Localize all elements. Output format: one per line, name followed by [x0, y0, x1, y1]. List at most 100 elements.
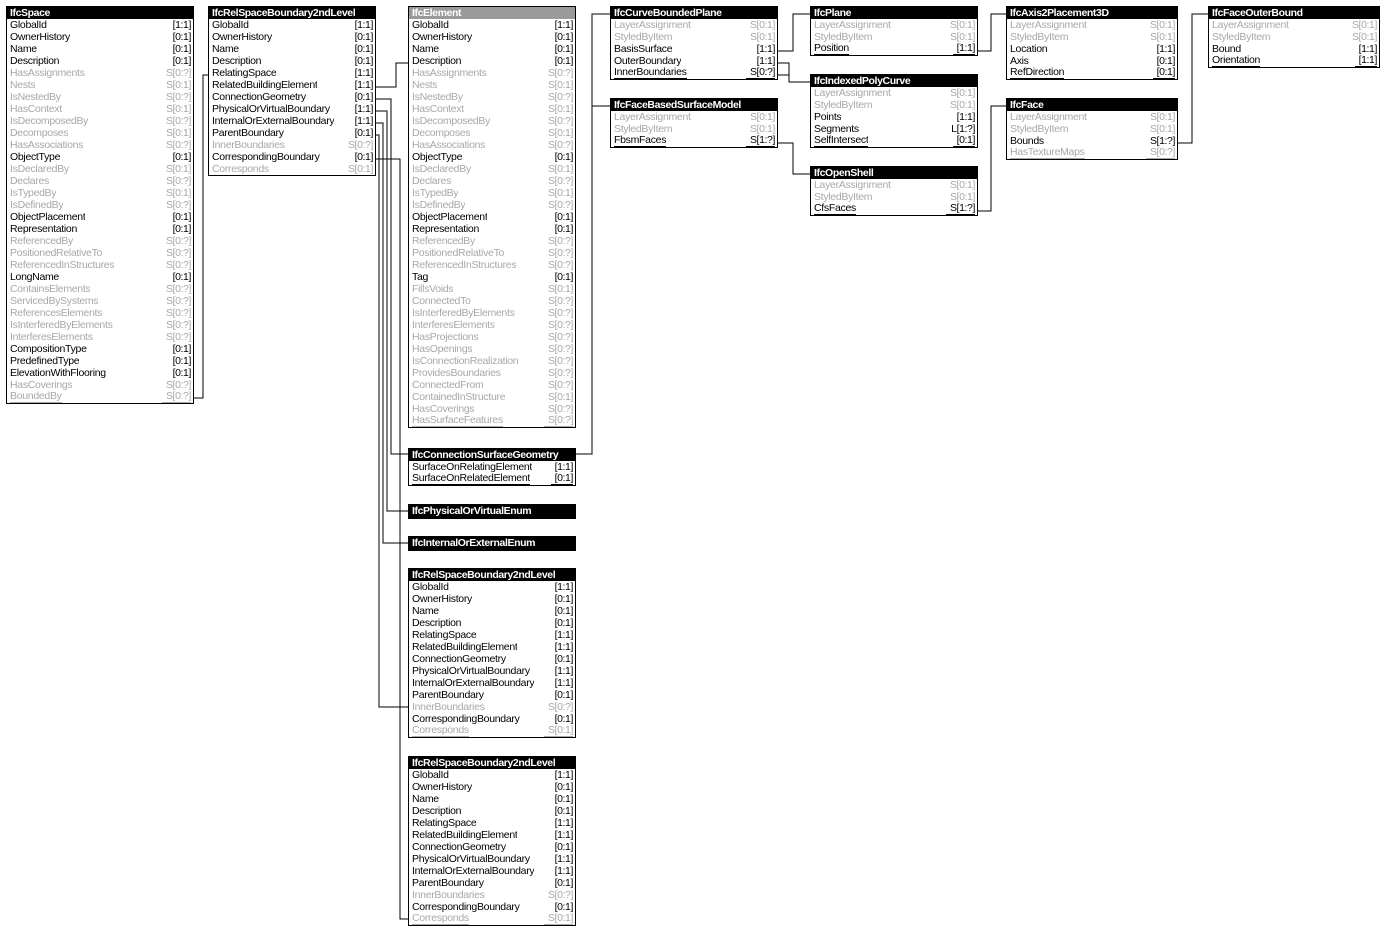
attribute-row: Name [0:1]	[409, 793, 575, 805]
attribute-name: HasTextureMaps	[1010, 147, 1085, 159]
attribute-name: OwnerHistory	[10, 31, 70, 43]
attribute-name: IsDeclaredBy	[412, 163, 471, 175]
entity-title-ifc-element: IfcElement	[409, 7, 575, 19]
attribute-cardinality: [1:1]	[554, 665, 574, 677]
attribute-row: ReferencedBy S[0:?]	[7, 235, 193, 247]
attribute-name: HasProjections	[412, 331, 479, 343]
attribute-name: GlobalId	[412, 581, 449, 593]
attribute-name: RelatedBuildingElement	[412, 641, 518, 653]
attribute-row: PositionedRelativeTo S[0:?]	[409, 247, 575, 259]
connector-line	[376, 122, 408, 544]
attribute-cardinality: S[0:?]	[165, 175, 191, 187]
entity-box-ifc-relspaceboundary2ndlevel-top[interactable]: IfcRelSpaceBoundary2ndLevel GlobalId [1:1]…	[208, 6, 376, 176]
attribute-name: Bound	[1212, 43, 1241, 55]
entity-box-ifc-axis2placement3d[interactable]: IfcAxis2Placement3D LayerAssignment S[0:1]…	[1006, 6, 1178, 80]
attribute-row: IsDecomposedBy S[0:?]	[7, 115, 193, 127]
entity-box-ifc-element[interactable]: IfcElement GlobalId [1:1] OwnerHistory [0:1]…	[408, 6, 576, 428]
attribute-name: ContainedInStructure	[412, 391, 506, 403]
attribute-name: ReferencedBy	[412, 235, 475, 247]
attribute-cardinality: [0:1]	[554, 151, 574, 163]
entity-box-ifc-physicalorvirtualenum[interactable]: IfcPhysicalOrVirtualEnum	[408, 504, 576, 519]
attribute-cardinality: S[0:1]	[749, 111, 775, 123]
attribute-name: GlobalId	[212, 19, 249, 31]
entity-box-ifc-internalorexternalenum[interactable]: IfcInternalOrExternalEnum	[408, 536, 576, 551]
attribute-row: HasProjections S[0:?]	[409, 331, 575, 343]
attribute-name: FbsmFaces	[614, 135, 667, 147]
attribute-cardinality: [1:1]	[952, 43, 975, 55]
attribute-row: FillsVoids S[0:1]	[409, 283, 575, 295]
attribute-row: HasTextureMaps S[0:?]	[1007, 147, 1177, 159]
attribute-name: CorrespondingBoundary	[412, 901, 520, 913]
entity-box-ifc-connectionsurfacegeometry[interactable]: IfcConnectionSurfaceGeometry SurfaceOnRel…	[408, 448, 576, 486]
attribute-name: Name	[10, 43, 37, 55]
attribute-row: Bound [1:1]	[1209, 43, 1379, 55]
attribute-row: Tag [0:1]	[409, 271, 575, 283]
attribute-row: GlobalId [1:1]	[7, 19, 193, 31]
attribute-cardinality: S[1:?]	[945, 203, 975, 215]
attribute-row: LayerAssignment S[0:1]	[611, 19, 777, 31]
attribute-name: InternalOrExternalBoundary	[212, 115, 335, 127]
attribute-row: Axis [0:1]	[1007, 55, 1177, 67]
attribute-name: HasAssignments	[10, 67, 85, 79]
attribute-cardinality: S[0:?]	[1145, 147, 1175, 159]
attribute-name: StyledByItem	[814, 191, 873, 203]
attribute-row: OwnerHistory [0:1]	[209, 31, 375, 43]
entity-title-ifc-physicalorvirtualenum: IfcPhysicalOrVirtualEnum	[409, 505, 575, 518]
attribute-cardinality: [1:1]	[354, 67, 374, 79]
attribute-name: InnerBoundaries	[412, 889, 485, 901]
attribute-name: Name	[212, 43, 239, 55]
attribute-row: InnerBoundaries S[0:?]	[209, 139, 375, 151]
entity-box-ifc-facebasedsurfacemodel[interactable]: IfcFaceBasedSurfaceModel LayerAssignment S…	[610, 98, 778, 148]
attribute-row: ConnectionGeometry [0:1]	[409, 653, 575, 665]
attribute-name: Location	[1010, 43, 1048, 55]
entity-box-ifc-curveboundedplane[interactable]: IfcCurveBoundedPlane LayerAssignment S[0:1…	[610, 6, 778, 80]
connector-line	[778, 142, 810, 175]
attribute-cardinality: S[0:?]	[165, 307, 191, 319]
attribute-name: PhysicalOrVirtualBoundary	[412, 665, 530, 677]
entity-box-ifc-openshell[interactable]: IfcOpenShell LayerAssignment S[0:1] StyledB…	[810, 166, 978, 216]
attribute-cardinality: S[0:?]	[745, 67, 775, 79]
entity-title-ifc-axis2placement3d: IfcAxis2Placement3D	[1007, 7, 1177, 19]
entity-box-ifc-faceouterbound[interactable]: IfcFaceOuterBound LayerAssignment S[0:1] St…	[1208, 6, 1380, 68]
attribute-name: Axis	[1010, 55, 1029, 67]
attribute-name: Bounds	[1010, 135, 1044, 147]
attribute-row: Nests S[0:1]	[409, 79, 575, 91]
attribute-cardinality: [1:1]	[354, 79, 374, 91]
attribute-name: ConnectedTo	[412, 295, 471, 307]
attribute-name: FillsVoids	[412, 283, 454, 295]
attribute-cardinality: S[0:?]	[547, 343, 573, 355]
attribute-name: Decomposes	[10, 127, 69, 139]
attribute-name: LongName	[10, 271, 59, 283]
entity-box-ifc-relspaceboundary2ndlevel-bottom[interactable]: IfcRelSpaceBoundary2ndLevel GlobalId [1:1]…	[408, 756, 576, 926]
attribute-cardinality: S[1:?]	[745, 135, 775, 147]
entity-box-ifc-face[interactable]: IfcFace LayerAssignment S[0:1] StyledByItem…	[1006, 98, 1178, 160]
entity-box-ifc-indexedpolycurve[interactable]: IfcIndexedPolyCurve LayerAssignment S[0:1]…	[810, 74, 978, 148]
attribute-name: SurfaceOnRelatedElement	[412, 473, 531, 485]
entity-box-ifc-relspaceboundary2ndlevel-mid[interactable]: IfcRelSpaceBoundary2ndLevel GlobalId [1:1]…	[408, 568, 576, 738]
attribute-row: LayerAssignment S[0:1]	[1209, 19, 1379, 31]
attribute-cardinality: [1:1]	[554, 769, 574, 781]
attribute-name: ConnectedFrom	[412, 379, 484, 391]
entity-box-ifc-space[interactable]: IfcSpace GlobalId [1:1] OwnerHistory [0:1] Na…	[6, 6, 194, 404]
attribute-name: RelatingSpace	[412, 817, 477, 829]
attribute-cardinality: S[0:?]	[547, 367, 573, 379]
attribute-row: HasAssignments S[0:?]	[7, 67, 193, 79]
entity-title-ifc-indexedpolycurve: IfcIndexedPolyCurve	[811, 75, 977, 87]
attribute-cardinality: S[0:?]	[165, 331, 191, 343]
attribute-name: StyledByItem	[814, 99, 873, 111]
attribute-row: Position [1:1]	[811, 43, 977, 55]
attribute-cardinality: [0:1]	[354, 55, 374, 67]
attribute-cardinality: S[0:?]	[165, 247, 191, 259]
attribute-cardinality: [1:1]	[554, 677, 574, 689]
attribute-cardinality: [0:1]	[354, 127, 374, 139]
attribute-cardinality: S[0:1]	[347, 163, 373, 175]
attribute-name: Orientation	[1212, 55, 1261, 67]
attribute-cardinality: [1:1]	[354, 103, 374, 115]
entity-title-ifc-relspaceboundary2ndlevel-top: IfcRelSpaceBoundary2ndLevel	[209, 7, 375, 19]
attribute-row: HasAssignments S[0:?]	[409, 67, 575, 79]
attribute-cardinality: [0:1]	[172, 211, 192, 223]
attribute-name: LayerAssignment	[1010, 19, 1087, 31]
entity-box-ifc-plane[interactable]: IfcPlane LayerAssignment S[0:1] StyledByIte…	[810, 6, 978, 56]
attribute-name: Nests	[10, 79, 36, 91]
attribute-cardinality: S[0:?]	[165, 67, 191, 79]
